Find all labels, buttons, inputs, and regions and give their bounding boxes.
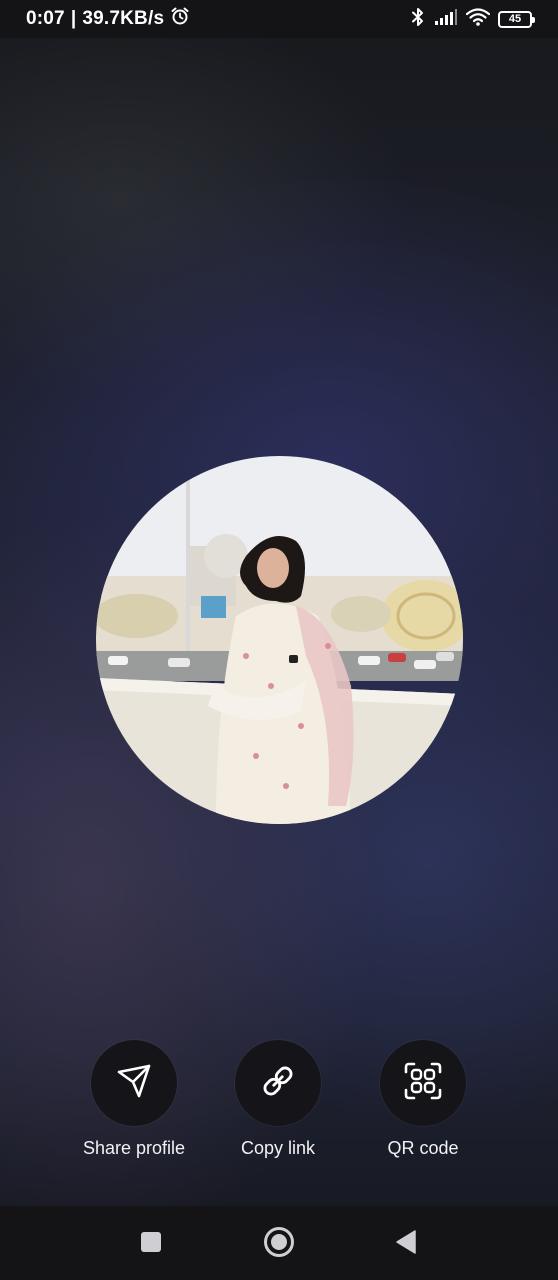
status-left: 0:07 | 39.7KB/s — [26, 6, 190, 32]
share-profile-circle[interactable] — [91, 1040, 177, 1126]
back-button[interactable] — [390, 1228, 422, 1260]
system-nav-bar — [0, 1206, 558, 1280]
back-triangle-icon — [394, 1229, 418, 1260]
status-right: 45 — [410, 7, 535, 32]
bluetooth-icon — [410, 7, 426, 32]
status-bar: 0:07 | 39.7KB/s 45 — [0, 0, 558, 38]
qr-code-label: QR code — [387, 1138, 459, 1158]
alarm-icon — [170, 6, 190, 32]
network-speed: 39.7KB/s — [82, 8, 165, 29]
signal-icon — [434, 8, 458, 31]
battery-icon: 45 — [498, 10, 535, 28]
wifi-icon — [465, 7, 491, 31]
status-separator: | — [70, 8, 77, 29]
qr-code-circle[interactable] — [380, 1040, 466, 1126]
profile-photo-avatar[interactable] — [96, 456, 463, 824]
qr-code-icon — [404, 1062, 442, 1105]
share-profile-label: Share profile — [82, 1138, 186, 1158]
send-icon — [116, 1063, 152, 1104]
clock: 0:07 — [26, 8, 65, 29]
copy-link-circle[interactable] — [235, 1040, 321, 1126]
copy-link-label: Copy link — [240, 1138, 316, 1158]
home-button[interactable] — [263, 1226, 295, 1263]
home-circle-icon — [263, 1226, 295, 1263]
profile-actions: Share profile Copy link QR code — [0, 1040, 558, 1170]
copy-link-button[interactable]: Copy link — [198, 1040, 358, 1159]
battery-level: 45 — [508, 13, 522, 25]
recents-square-icon — [139, 1230, 163, 1259]
link-icon — [259, 1062, 297, 1105]
recents-button[interactable] — [135, 1228, 167, 1260]
share-profile-button[interactable]: Share profile — [54, 1040, 214, 1159]
qr-code-button[interactable]: QR code — [343, 1040, 503, 1159]
avatar-illustration — [96, 456, 463, 824]
